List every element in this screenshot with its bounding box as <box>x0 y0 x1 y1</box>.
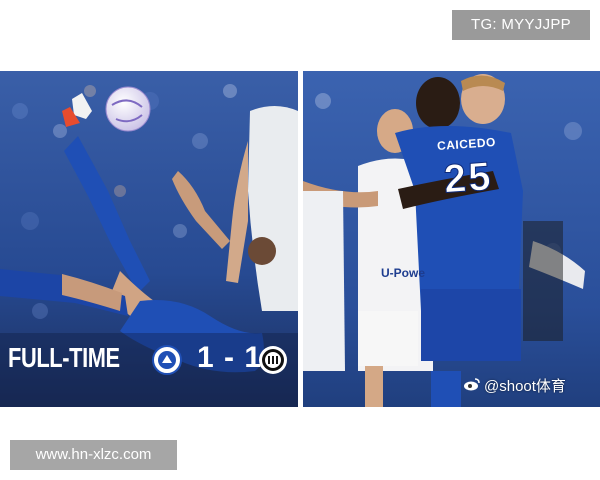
weibo-watermark: @shoot体育 <box>463 375 566 396</box>
away-shirt-sponsor: U-Powe <box>381 266 426 280</box>
celebration-photo <box>303 71 600 407</box>
weibo-icon <box>463 377 481 395</box>
site-url-watermark: www.hn-xlzc.com <box>10 440 177 470</box>
player-shirt-number: 25 <box>442 154 494 202</box>
chelsea-crest-icon <box>152 345 182 380</box>
weibo-handle: @shoot体育 <box>484 378 566 395</box>
match-score: 1 - 1 <box>197 341 263 374</box>
full-time-label: FULL-TIME <box>8 342 120 373</box>
inter-crest-icon <box>258 345 288 380</box>
telegram-watermark: TG: MYYJJPP <box>452 10 590 40</box>
